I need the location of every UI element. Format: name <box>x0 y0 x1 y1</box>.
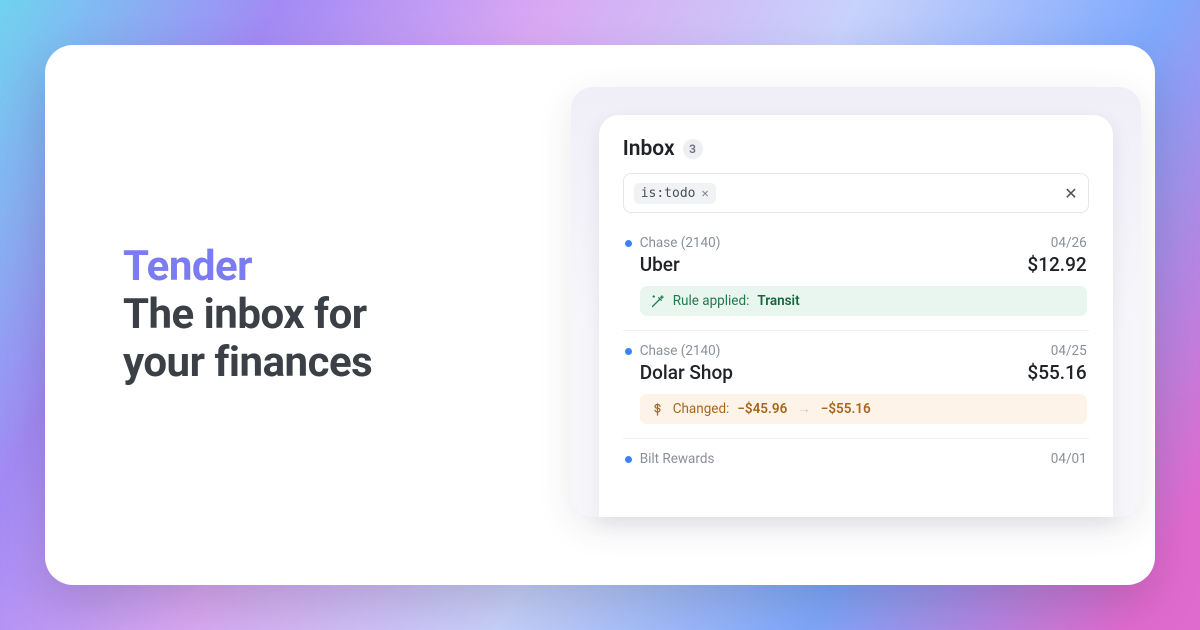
transaction-meta: Chase (2140) 04/26 <box>625 235 1087 251</box>
filter-chip-remove-icon[interactable]: ✕ <box>701 186 708 200</box>
transaction-main: Uber $12.92 <box>625 253 1087 276</box>
dollar-icon <box>650 402 665 417</box>
note-to: −$55.16 <box>821 401 871 417</box>
amount-changed-note: Changed: −$45.96 → −$55.16 <box>640 394 1087 424</box>
inbox-title: Inbox <box>623 137 675 161</box>
search-input[interactable]: is:todo ✕ ✕ <box>623 173 1089 213</box>
account-label: Chase (2140) <box>640 343 721 359</box>
note-prefix: Rule applied: <box>673 293 750 309</box>
note-prefix: Changed: <box>673 401 730 417</box>
account-label: Chase (2140) <box>640 235 721 251</box>
headline: Tender The inbox for your finances <box>123 243 372 388</box>
transaction-date: 04/26 <box>1051 235 1087 251</box>
brand-name: Tender <box>123 243 372 291</box>
transaction-list: Chase (2140) 04/26 Uber $12.92 Rule appl… <box>623 221 1089 517</box>
unread-dot-icon <box>625 456 632 463</box>
arrow-right-icon: → <box>797 401 811 417</box>
inbox-count-badge: 3 <box>683 139 703 159</box>
filter-chip[interactable]: is:todo ✕ <box>634 183 716 204</box>
inbox-window: Inbox 3 is:todo ✕ ✕ <box>599 115 1113 517</box>
inbox-header: Inbox 3 <box>623 137 1089 161</box>
unread-dot-icon <box>625 348 632 355</box>
transaction-date: 04/01 <box>1051 451 1087 467</box>
tagline-line-1: The inbox for <box>123 291 372 339</box>
transaction-row[interactable]: Chase (2140) 04/26 Uber $12.92 Rule appl… <box>623 221 1089 330</box>
rule-applied-note: Rule applied: Transit <box>640 286 1087 316</box>
transaction-row[interactable]: Bilt Rewards 04/01 <box>623 438 1089 483</box>
clear-search-icon[interactable]: ✕ <box>1064 184 1077 203</box>
wand-icon <box>650 294 665 309</box>
transaction-amount: $55.16 <box>1027 361 1086 384</box>
hero-left: Tender The inbox for your finances <box>45 45 567 585</box>
account-label: Bilt Rewards <box>640 451 715 467</box>
hero-right: Inbox 3 is:todo ✕ ✕ <box>567 45 1155 585</box>
transaction-amount: $12.92 <box>1027 253 1086 276</box>
transaction-row[interactable]: Chase (2140) 04/25 Dolar Shop $55.16 Cha… <box>623 330 1089 438</box>
filter-chip-label: is:todo <box>641 186 696 201</box>
note-from: −$45.96 <box>737 401 787 417</box>
transaction-date: 04/25 <box>1051 343 1087 359</box>
note-value: Transit <box>757 293 799 309</box>
unread-dot-icon <box>625 240 632 247</box>
merchant-name: Uber <box>640 253 680 276</box>
tagline-line-2: your finances <box>123 339 372 387</box>
transaction-meta: Bilt Rewards 04/01 <box>625 451 1087 467</box>
app-preview-panel: Inbox 3 is:todo ✕ ✕ <box>571 87 1141 517</box>
hero-card: Tender The inbox for your finances Inbox… <box>45 45 1155 585</box>
gradient-background: Tender The inbox for your finances Inbox… <box>0 0 1200 630</box>
transaction-main: Dolar Shop $55.16 <box>625 361 1087 384</box>
merchant-name: Dolar Shop <box>640 361 733 384</box>
transaction-meta: Chase (2140) 04/25 <box>625 343 1087 359</box>
